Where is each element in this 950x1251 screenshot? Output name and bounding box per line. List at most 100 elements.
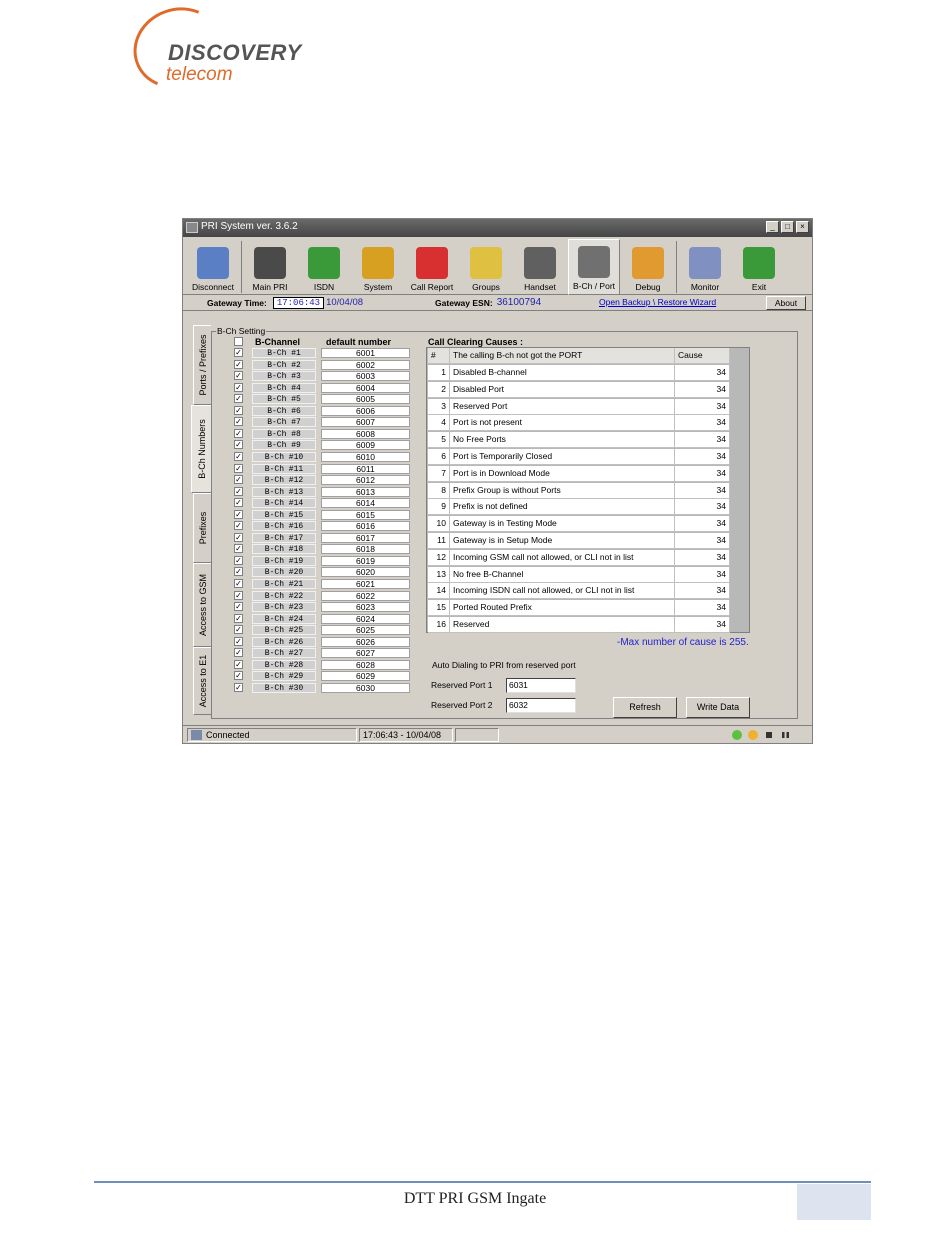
default-number-input[interactable]: 6019: [321, 555, 410, 566]
bchannel-checkbox[interactable]: ✓: [234, 475, 243, 485]
default-number-input[interactable]: 6001: [321, 348, 410, 358]
cause-value[interactable]: 34: [675, 465, 730, 482]
cause-value[interactable]: 34: [675, 499, 730, 516]
default-number-input[interactable]: 6006: [321, 405, 410, 416]
tab-prefixes[interactable]: Prefixes: [193, 493, 211, 563]
cause-value[interactable]: 34: [675, 549, 730, 566]
reserved-port-1-input[interactable]: 6031: [506, 678, 576, 693]
default-number-input[interactable]: 6014: [321, 498, 410, 509]
bchannel-checkbox[interactable]: ✓: [234, 405, 243, 415]
bchannel-checkbox[interactable]: ✓: [234, 382, 243, 392]
cause-row[interactable]: 9 Prefix is not defined 34: [428, 499, 730, 516]
minimize-button[interactable]: _: [766, 221, 779, 233]
bchannel-checkbox[interactable]: ✓: [234, 636, 243, 646]
bchannel-checkbox[interactable]: ✓: [234, 625, 243, 635]
toolbar-monitor-button[interactable]: Monitor: [679, 239, 731, 295]
tab-bch-numbers[interactable]: B-Ch Numbers: [191, 405, 211, 493]
cause-row[interactable]: 16 Reserved 34: [428, 617, 730, 633]
cause-value[interactable]: 34: [675, 566, 730, 583]
cause-value[interactable]: 34: [675, 398, 730, 415]
cause-row[interactable]: 11 Gateway is in Setup Mode 34: [428, 533, 730, 549]
bchannel-checkbox[interactable]: ✓: [234, 659, 243, 669]
bchannel-checkbox[interactable]: ✓: [234, 521, 243, 531]
bchannel-checkbox[interactable]: ✓: [234, 544, 243, 554]
cause-value[interactable]: 34: [675, 533, 730, 549]
toolbar-b-ch-port-button[interactable]: B-Ch / Port: [568, 239, 620, 295]
tab-ports-prefixes[interactable]: Ports / Prefixes: [193, 325, 211, 405]
pause-icon[interactable]: [782, 732, 789, 738]
bchannel-checkbox[interactable]: ✓: [234, 532, 243, 542]
about-button[interactable]: About: [766, 296, 806, 310]
cause-row[interactable]: 14 Incoming ISDN call not allowed, or CLI…: [428, 583, 730, 600]
default-number-input[interactable]: 6002: [321, 359, 410, 370]
toolbar-system-button[interactable]: System: [352, 239, 404, 295]
toolbar-main-pri-button[interactable]: Main PRI: [244, 239, 296, 295]
title-bar[interactable]: PRI System ver. 3.6.2 _ □ ×: [183, 219, 812, 237]
tab-access-to-e1[interactable]: Access to E1: [193, 647, 211, 715]
bchannel-checkbox[interactable]: ✓: [234, 682, 243, 692]
default-number-input[interactable]: 6013: [321, 486, 410, 497]
default-number-input[interactable]: 6003: [321, 371, 410, 382]
default-number-input[interactable]: 6024: [321, 613, 410, 624]
bchannel-checkbox[interactable]: ✓: [234, 509, 243, 519]
bchannel-checkbox[interactable]: ✓: [234, 486, 243, 496]
bchannel-checkbox[interactable]: ✓: [234, 579, 243, 588]
default-number-input[interactable]: 6010: [321, 451, 410, 462]
toolbar-disconnect-button[interactable]: Disconnect: [187, 239, 239, 295]
bchannel-checkbox[interactable]: ✓: [234, 671, 243, 681]
toolbar-groups-button[interactable]: Groups: [460, 239, 512, 295]
select-all-checkbox[interactable]: [234, 337, 243, 346]
toolbar-debug-button[interactable]: Debug: [622, 239, 674, 295]
default-number-input[interactable]: 6017: [321, 532, 410, 543]
bchannel-checkbox[interactable]: ✓: [234, 359, 243, 369]
bchannel-checkbox[interactable]: ✓: [234, 567, 243, 577]
close-button[interactable]: ×: [796, 221, 809, 233]
default-number-input[interactable]: 6026: [321, 636, 410, 647]
cause-value[interactable]: 34: [675, 381, 730, 398]
bchannel-checkbox[interactable]: ✓: [234, 371, 243, 381]
default-number-input[interactable]: 6029: [321, 671, 410, 682]
bchannel-checkbox[interactable]: ✓: [234, 602, 243, 612]
cause-value[interactable]: 34: [675, 600, 730, 617]
cause-value[interactable]: 34: [675, 516, 730, 533]
default-number-input[interactable]: 6007: [321, 417, 410, 428]
bchannel-checkbox[interactable]: ✓: [234, 463, 243, 473]
default-number-input[interactable]: 6025: [321, 625, 410, 636]
bchannel-checkbox[interactable]: ✓: [234, 428, 243, 438]
cause-row[interactable]: 12 Incoming GSM call not allowed, or CLI …: [428, 549, 730, 566]
default-number-input[interactable]: 6011: [321, 463, 410, 474]
tab-access-to-gsm[interactable]: Access to GSM: [193, 563, 211, 647]
default-number-input[interactable]: 6021: [321, 579, 410, 589]
bchannel-checkbox[interactable]: ✓: [234, 417, 243, 427]
default-number-input[interactable]: 6028: [321, 659, 410, 670]
cause-row[interactable]: 1 Disabled B-channel 34: [428, 365, 730, 381]
default-number-input[interactable]: 6012: [321, 475, 410, 486]
cause-row[interactable]: 3 Reserved Port 34: [428, 398, 730, 415]
bchannel-checkbox[interactable]: ✓: [234, 440, 243, 450]
bchannel-checkbox[interactable]: ✓: [234, 348, 243, 357]
bchannel-checkbox[interactable]: ✓: [234, 451, 243, 461]
default-number-input[interactable]: 6030: [321, 682, 410, 693]
toolbar-handset-button[interactable]: Handset: [514, 239, 566, 295]
cause-value[interactable]: 34: [675, 415, 730, 432]
cause-row[interactable]: 8 Prefix Group is without Ports 34: [428, 482, 730, 499]
cause-row[interactable]: 13 No free B-Channel 34: [428, 566, 730, 583]
bchannel-checkbox[interactable]: ✓: [234, 648, 243, 658]
refresh-button[interactable]: Refresh: [613, 697, 677, 718]
default-number-input[interactable]: 6022: [321, 590, 410, 601]
cause-value[interactable]: 34: [675, 482, 730, 499]
default-number-input[interactable]: 6008: [321, 428, 410, 439]
bchannel-checkbox[interactable]: ✓: [234, 555, 243, 565]
cause-value[interactable]: 34: [675, 583, 730, 600]
cause-row[interactable]: 7 Port is in Download Mode 34: [428, 465, 730, 482]
cause-value[interactable]: 34: [675, 432, 730, 449]
cause-row[interactable]: 6 Port is Temporarily Closed 34: [428, 449, 730, 465]
default-number-input[interactable]: 6023: [321, 602, 410, 613]
bchannel-checkbox[interactable]: ✓: [234, 613, 243, 623]
cause-row[interactable]: 4 Port is not present 34: [428, 415, 730, 432]
default-number-input[interactable]: 6020: [321, 567, 410, 578]
default-number-input[interactable]: 6016: [321, 521, 410, 532]
bchannel-checkbox[interactable]: ✓: [234, 394, 243, 404]
toolbar-isdn-button[interactable]: ISDN: [298, 239, 350, 295]
cause-value[interactable]: 34: [675, 449, 730, 465]
